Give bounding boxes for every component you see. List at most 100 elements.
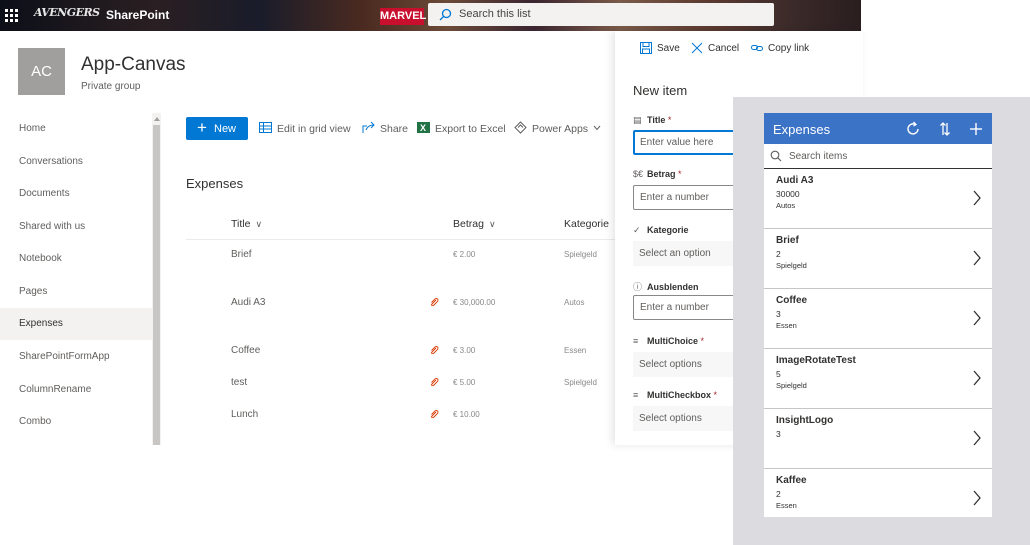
- chevron-down-icon: [593, 125, 601, 131]
- site-title[interactable]: App-Canvas: [81, 54, 186, 76]
- scroll-up-icon[interactable]: [154, 117, 160, 121]
- list-item[interactable]: ImageRotateTest 5 Spielgeld: [764, 349, 992, 409]
- add-icon[interactable]: [967, 120, 985, 138]
- close-icon: [691, 42, 703, 54]
- app-title: Expenses: [773, 122, 831, 137]
- nav-item-home[interactable]: Home: [0, 113, 152, 145]
- scroll-thumb[interactable]: [153, 125, 160, 445]
- table-row[interactable]: Audi A3 € 30,000.00 Autos: [186, 297, 616, 327]
- link-icon: [751, 45, 763, 51]
- panel-title: New item: [633, 83, 688, 98]
- table-row[interactable]: Brief € 2.00 Spielgeld: [186, 249, 616, 279]
- attachment-icon: [431, 410, 439, 419]
- row-title[interactable]: Lunch: [231, 409, 258, 420]
- column-header-kategorie-label: Kategorie: [564, 218, 609, 230]
- list-item[interactable]: Audi A3 30000 Autos: [764, 169, 992, 229]
- table-row[interactable]: Coffee € 3.00 Essen: [186, 345, 616, 375]
- column-header-title-label: Title: [231, 218, 251, 230]
- row-title[interactable]: Brief: [231, 249, 252, 260]
- left-navigation: Home Conversations Documents Shared with…: [0, 113, 152, 445]
- list-title: Expenses: [186, 176, 244, 191]
- power-apps-label: Power Apps: [532, 123, 589, 135]
- row-betrag: € 2.00: [453, 250, 476, 259]
- item-amount: 2: [776, 249, 781, 259]
- sort-icon[interactable]: [936, 120, 954, 138]
- table-row[interactable]: test € 5.00 Spielgeld: [186, 377, 616, 407]
- svg-text:X: X: [420, 123, 426, 133]
- app-search-box[interactable]: Search items: [764, 144, 992, 169]
- nav-item-columnrename[interactable]: ColumnRename: [0, 374, 152, 406]
- list-item[interactable]: InsightLogo 3: [764, 409, 992, 469]
- row-title[interactable]: test: [231, 377, 247, 388]
- item-title: Coffee: [776, 295, 808, 306]
- nav-item-documents[interactable]: Documents: [0, 178, 152, 210]
- item-title: Brief: [776, 235, 799, 246]
- item-amount: 2: [776, 489, 781, 499]
- nav-item-expenses[interactable]: Expenses: [0, 308, 152, 340]
- list-item[interactable]: Brief 2 Spielgeld: [764, 229, 992, 289]
- item-amount: 3: [776, 309, 781, 319]
- search-icon: [439, 8, 452, 21]
- nav-item-shared-with-us[interactable]: Shared with us: [0, 211, 152, 243]
- number-icon: ⓘ: [633, 282, 643, 292]
- attachment-icon: [431, 346, 439, 355]
- excel-icon: X: [417, 122, 430, 133]
- search-icon: [770, 150, 782, 162]
- banner-logo: MARVEL: [380, 8, 426, 25]
- item-category: Autos: [776, 201, 796, 210]
- nav-item-notebook[interactable]: Notebook: [0, 243, 152, 275]
- chevron-right-icon[interactable]: [972, 190, 982, 206]
- chevron-right-icon[interactable]: [972, 490, 982, 506]
- item-amount: 30000: [776, 189, 800, 199]
- power-app-screen: Expenses Search items Audi A3 30000 Auto…: [764, 113, 992, 517]
- row-kategorie: Spielgeld: [564, 378, 597, 387]
- search-list-box[interactable]: Search this list: [428, 3, 774, 26]
- power-apps-icon: [514, 121, 527, 134]
- row-title[interactable]: Coffee: [231, 345, 260, 356]
- row-betrag: € 3.00: [453, 346, 476, 355]
- list-item[interactable]: Coffee 3 Essen: [764, 289, 992, 349]
- plus-icon: +: [197, 118, 207, 137]
- row-kategorie: Autos: [564, 298, 585, 307]
- nav-item-pages[interactable]: Pages: [0, 276, 152, 308]
- edit-grid-view-label: Edit in grid view: [277, 123, 351, 135]
- column-header-title[interactable]: Title ∨: [231, 218, 262, 230]
- cancel-label: Cancel: [708, 43, 740, 54]
- row-betrag: € 10.00: [453, 410, 480, 419]
- app-header: Expenses: [764, 113, 992, 144]
- search-placeholder: Search this list: [459, 8, 531, 20]
- table-row[interactable]: Lunch € 10.00: [186, 409, 616, 439]
- chevron-right-icon[interactable]: [972, 430, 982, 446]
- header-divider: [186, 239, 616, 240]
- column-header-betrag-label: Betrag: [453, 218, 484, 230]
- sharepoint-title[interactable]: SharePoint: [106, 8, 169, 22]
- copy-link-label: Copy link: [768, 43, 810, 54]
- chevron-right-icon[interactable]: [972, 250, 982, 266]
- row-kategorie: Essen: [564, 346, 587, 355]
- nav-item-sharepointformapp[interactable]: SharePointFormApp: [0, 341, 152, 373]
- nav-item-combo[interactable]: Combo: [0, 406, 152, 438]
- share-label: Share: [380, 123, 409, 135]
- new-button[interactable]: + New: [186, 117, 248, 140]
- app-launcher-icon[interactable]: [5, 9, 18, 22]
- new-button-label: New: [214, 123, 237, 135]
- field-label-title: ▤ Title *: [633, 115, 672, 125]
- choice-icon: ✓: [633, 225, 641, 235]
- attachment-icon: [431, 378, 439, 387]
- nav-scrollbar[interactable]: [152, 113, 161, 445]
- save-icon: [640, 42, 652, 54]
- text-field-icon: ▤: [633, 115, 642, 125]
- row-title[interactable]: Audi A3: [231, 297, 265, 308]
- nav-item-conversations[interactable]: Conversations: [0, 146, 152, 178]
- column-header-kategorie[interactable]: Kategorie: [564, 218, 609, 230]
- item-title: Kaffee: [776, 475, 807, 486]
- refresh-icon[interactable]: [904, 120, 922, 138]
- chevron-down-icon: ∨: [488, 219, 496, 229]
- column-header-betrag[interactable]: Betrag ∨: [453, 218, 496, 230]
- list-item[interactable]: Kaffee 2 Essen: [764, 469, 992, 517]
- chevron-right-icon[interactable]: [972, 370, 982, 386]
- chevron-right-icon[interactable]: [972, 310, 982, 326]
- row-betrag: € 5.00: [453, 378, 476, 387]
- power-apps-chevron-icon[interactable]: [593, 123, 601, 135]
- attachment-icon: [431, 298, 439, 307]
